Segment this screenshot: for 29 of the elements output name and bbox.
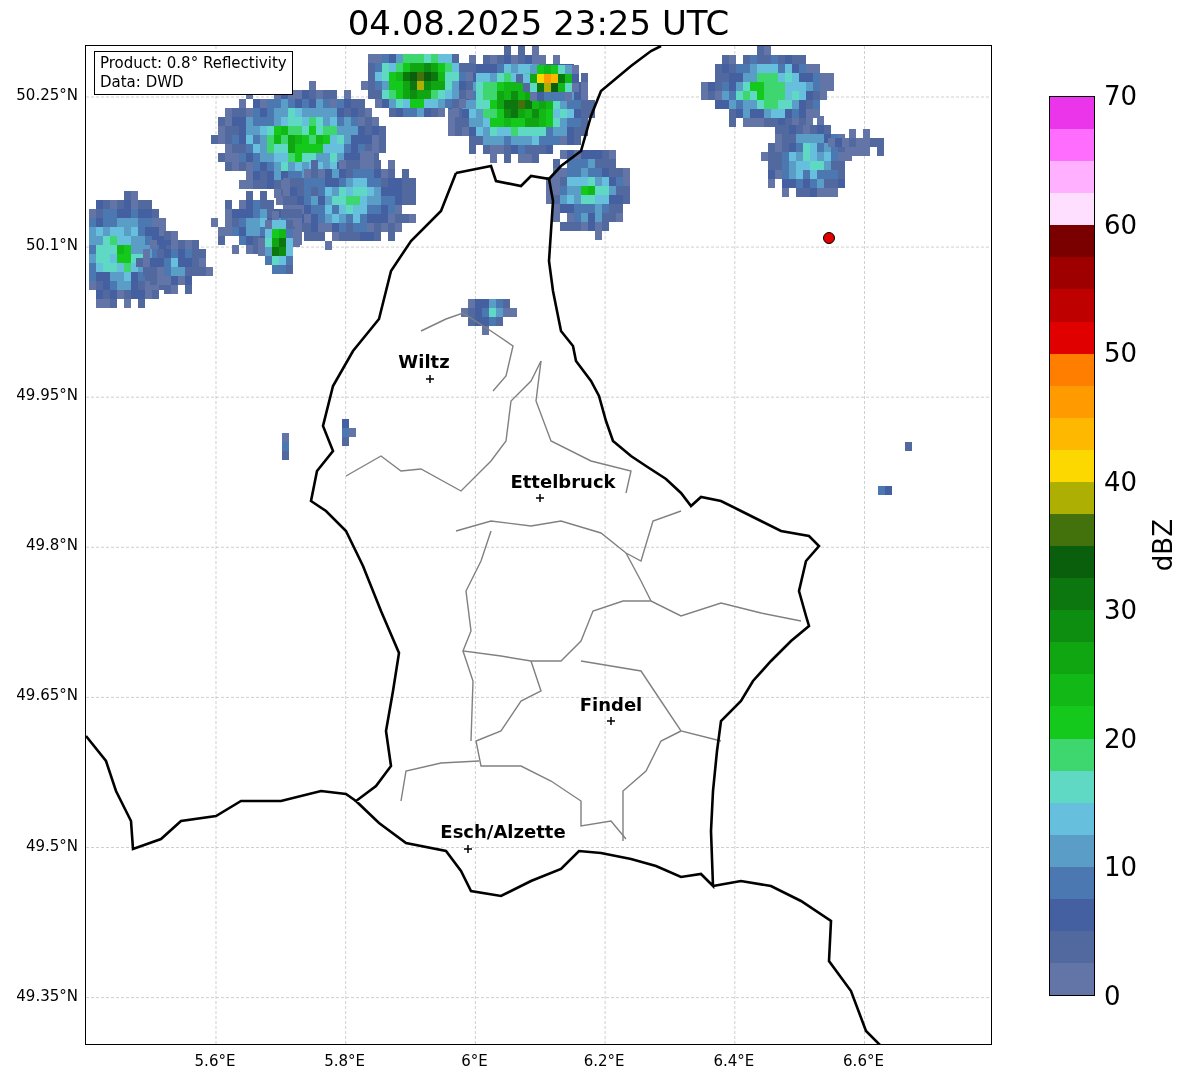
city-label: Ettelbruck	[510, 473, 616, 491]
longitude-label: 5.6°E	[194, 1054, 236, 1069]
colorbar-tick-label: 0	[1104, 983, 1121, 1009]
colorbar-tick-label: 60	[1104, 211, 1138, 238]
latitude-label: 49.5°N	[25, 838, 78, 854]
latitude-label: 49.35°N	[16, 988, 78, 1004]
latitude-label: 49.95°N	[16, 388, 78, 404]
latitude-label: 49.8°N	[25, 538, 78, 554]
colorbar-tick-label: 10	[1104, 854, 1138, 881]
longitude-label: 6.2°E	[583, 1054, 625, 1069]
colorbar-tick-label: 70	[1104, 83, 1138, 109]
info-text: Product: 0.8° Reflectivity	[100, 54, 287, 73]
city-label: Wiltz	[398, 353, 450, 371]
longitude-label: 5.8°E	[324, 1054, 366, 1069]
colorbar-tick-label: 30	[1104, 597, 1138, 624]
longitude-label: 6°E	[461, 1054, 488, 1069]
city-label: Esch/Alzette	[440, 823, 566, 841]
latitude-label: 50.1°N	[25, 238, 78, 254]
colorbar-tick-label: 20	[1104, 725, 1138, 752]
colorbar-tick-label: 40	[1104, 468, 1138, 495]
chart-title: 04.08.2025 23:25 UTC	[347, 5, 730, 40]
latitude-label: 49.65°N	[16, 688, 78, 704]
colorbar-tick-label: 50	[1104, 340, 1138, 367]
longitude-label: 6.4°E	[713, 1054, 755, 1069]
info-text: Data: DWD	[100, 73, 185, 92]
longitude-label: 6.6°E	[843, 1054, 884, 1069]
city-label: Findel	[579, 696, 643, 714]
latitude-label: 50.25°N	[16, 88, 78, 103]
colorbar-label: dBZ	[1150, 518, 1176, 572]
